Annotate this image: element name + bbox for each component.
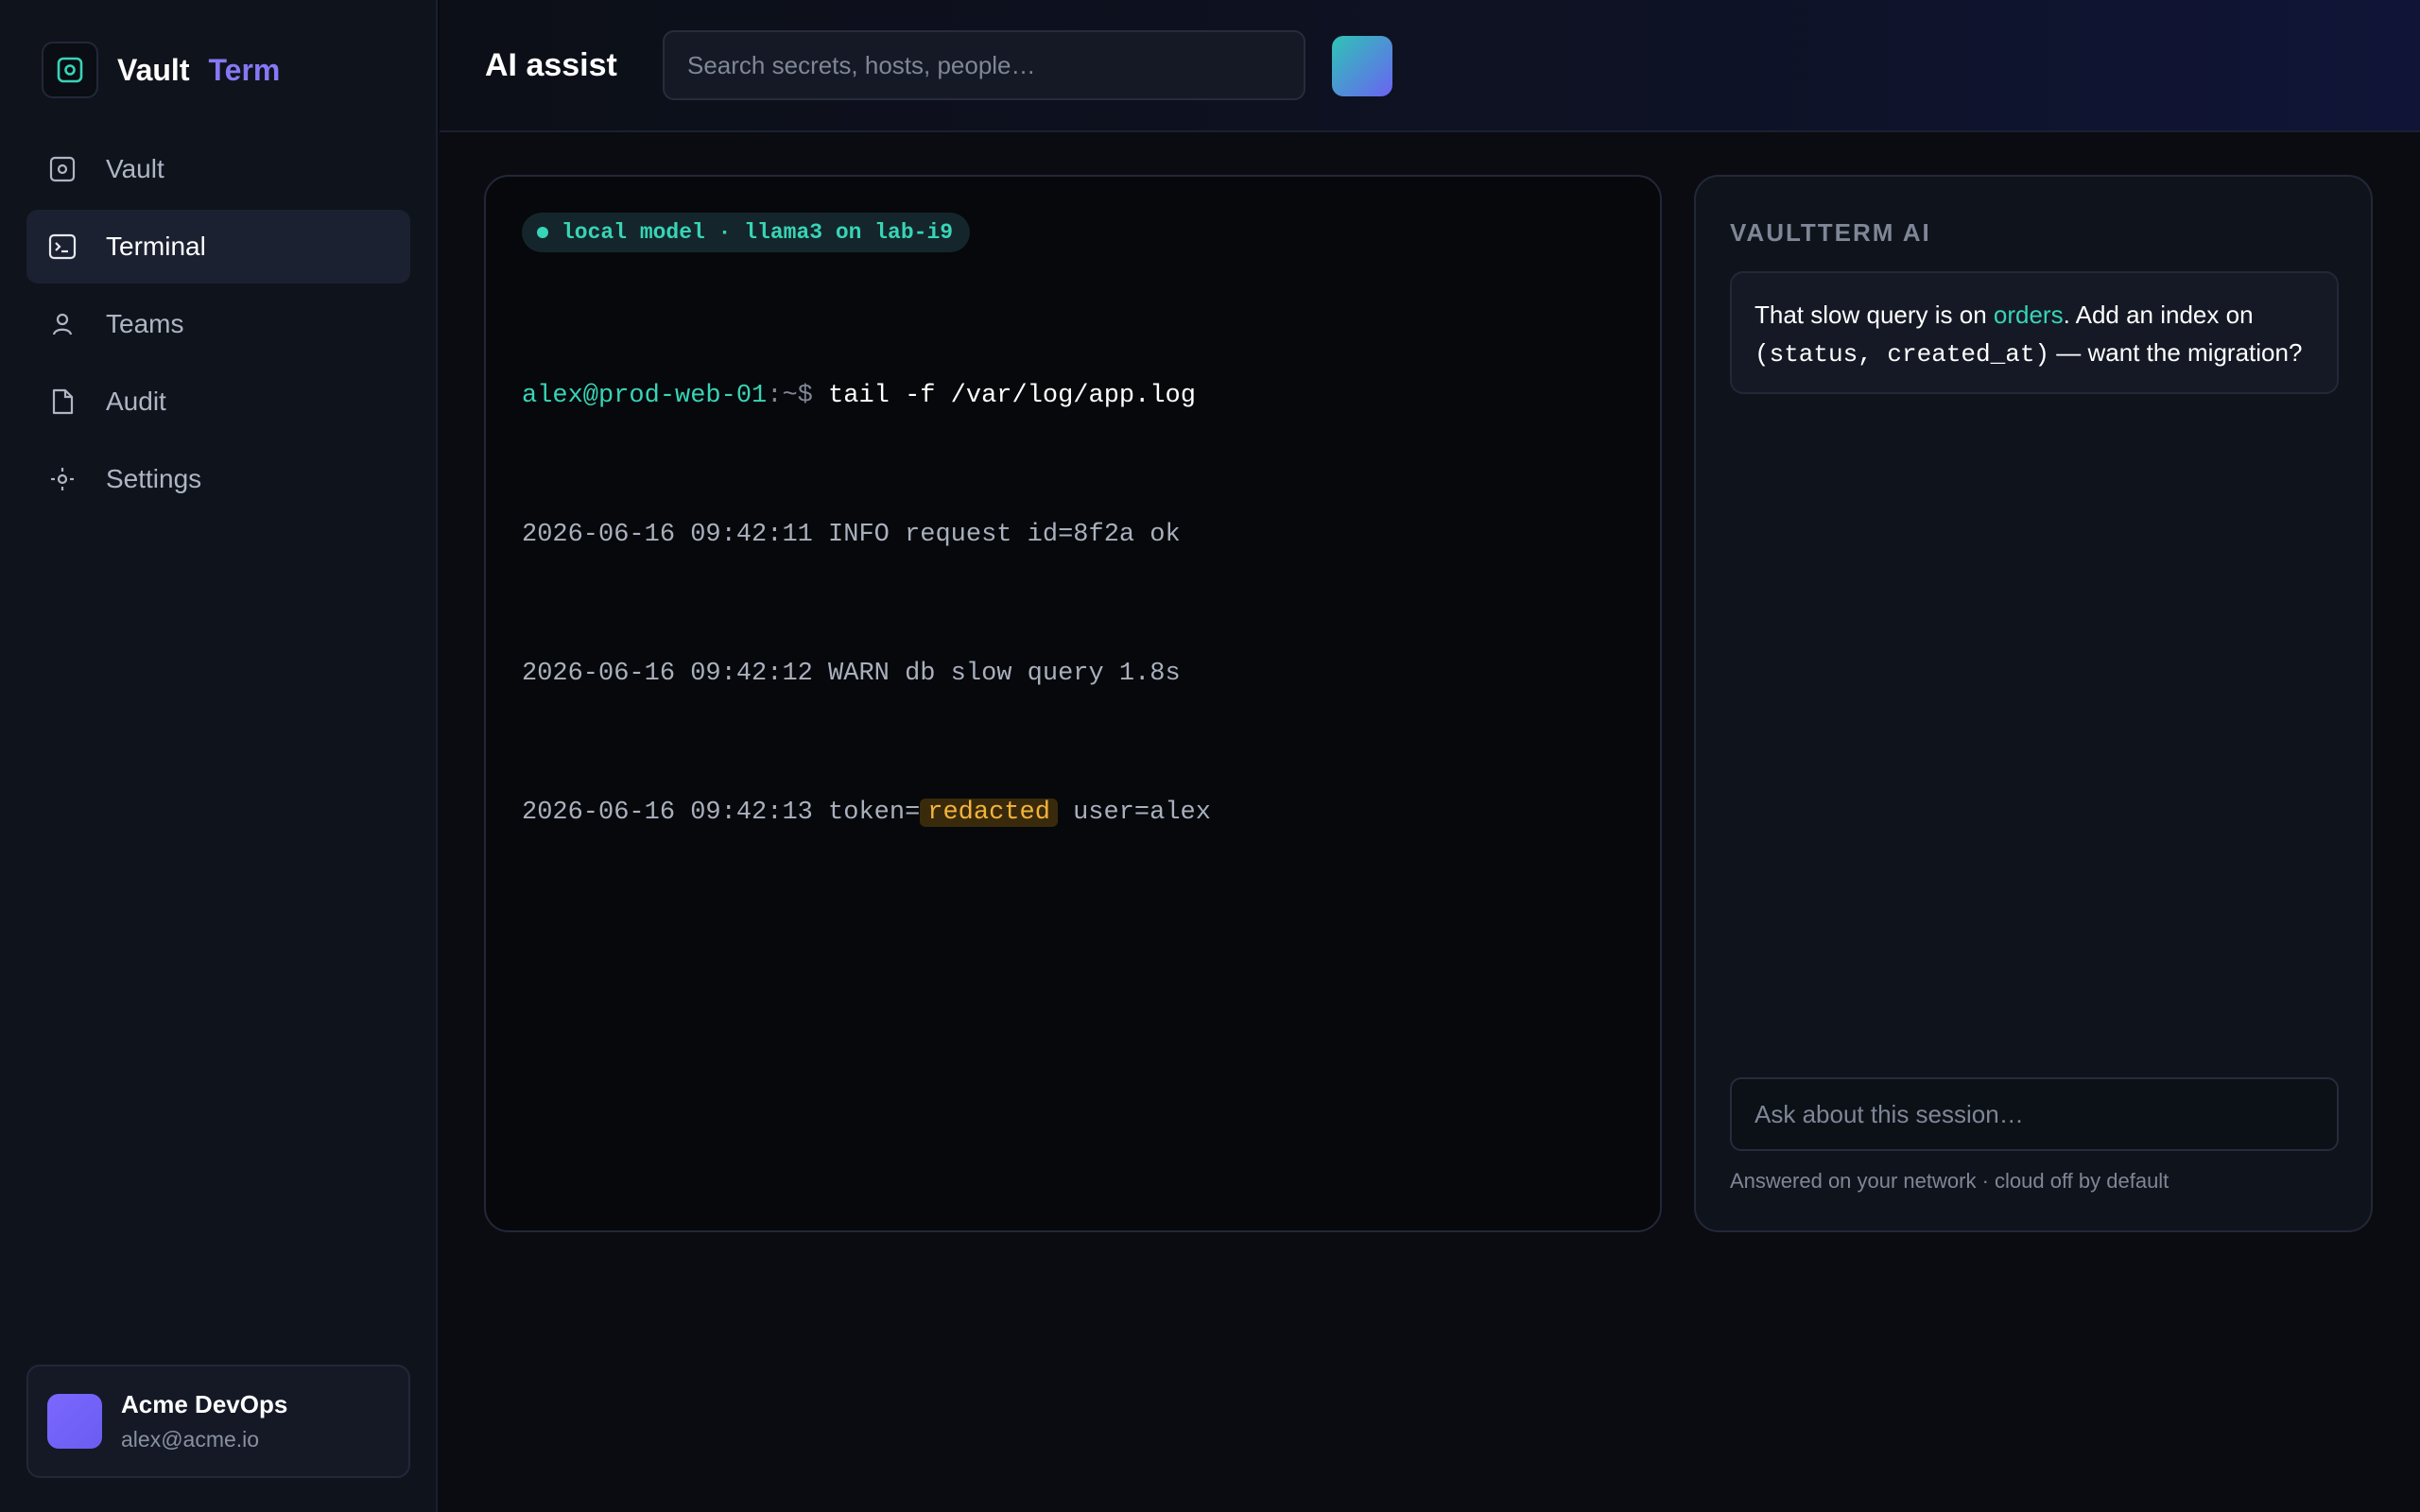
sidebar-item-label: Settings [106,464,202,493]
ai-prompt-input[interactable] [1730,1077,2339,1151]
ai-message-highlight: orders [1993,301,2064,329]
brand-name: Vault [117,52,190,87]
ai-message-text: . Add an index on [2063,301,2254,329]
user-icon [47,309,78,339]
sidebar-item-label: Teams [106,309,184,338]
sidebar-item-vault[interactable]: Vault [26,132,410,206]
prompt-path: :~$ [767,382,829,410]
terminal-command: tail -f /var/log/app.log [828,382,1196,410]
brand[interactable]: Vault Term [42,42,280,98]
sidebar: Vault Term Vault Terminal Teams Audit Se… [0,0,438,1512]
terminal-output: alex@prod-web-01:~$ tail -f /var/log/app… [522,281,1211,929]
ai-message: That slow query is on orders. Add an ind… [1730,271,2339,394]
model-badge-text: local model · llama3 on lab-i9 [562,220,954,245]
sidebar-item-teams[interactable]: Teams [26,287,410,361]
avatar [47,1394,102,1449]
terminal-panel[interactable]: local model · llama3 on lab-i9 alex@prod… [484,175,1662,1232]
account-text: Acme DevOps alex@acme.io [121,1390,287,1452]
brand-accent: Term [208,52,281,87]
ai-panel-heading: VAULTTERM AI [1730,218,1931,247]
vault-logo-icon [42,42,98,98]
terminal-log-line: 2026-06-16 09:42:12 WARN db slow query 1… [522,660,1181,688]
account-email: alex@acme.io [121,1427,260,1452]
ai-message-text: — want the migration? [2049,338,2303,367]
top-bar: AI assist [440,0,2420,132]
sidebar-item-terminal[interactable]: Terminal [26,210,410,284]
sidebar-item-label: Vault [106,154,164,183]
vault-icon [47,154,78,184]
sidebar-nav: Vault Terminal Teams Audit Settings [26,132,410,520]
log-prefix: 2026-06-16 09:42:13 token= [522,799,921,827]
ai-footnote: Answered on your network · cloud off by … [1730,1169,2169,1193]
page-title: AI assist [485,47,617,83]
redacted-badge: redacted [920,799,1058,827]
log-suffix: user=alex [1057,799,1211,827]
ai-message-text: That slow query is on [1754,301,1994,329]
status-dot-icon [537,227,548,238]
prompt-host: alex@prod-web-01 [522,382,768,410]
sidebar-item-label: Terminal [106,232,206,261]
gear-icon [47,464,78,494]
profile-button[interactable] [1332,36,1392,96]
model-status-badge: local model · llama3 on lab-i9 [522,213,971,252]
terminal-icon [47,232,78,262]
document-icon [47,387,78,417]
search-input[interactable] [663,30,1305,100]
terminal-prompt-line: alex@prod-web-01:~$ tail -f /var/log/app… [522,373,1211,420]
ai-message-code: (status, created_at) [1754,340,2050,369]
sidebar-item-settings[interactable]: Settings [26,442,410,516]
terminal-log-line: 2026-06-16 09:42:13 token= redacted user=… [522,790,1211,836]
terminal-log-line: 2026-06-16 09:42:11 INFO request id=8f2a… [522,521,1181,549]
sidebar-item-audit[interactable]: Audit [26,365,410,438]
account-name: Acme DevOps [121,1390,288,1418]
account-card[interactable]: Acme DevOps alex@acme.io [26,1365,410,1478]
sidebar-item-label: Audit [106,387,166,416]
ai-assistant-panel: VAULTTERM AI That slow query is on order… [1694,175,2373,1232]
